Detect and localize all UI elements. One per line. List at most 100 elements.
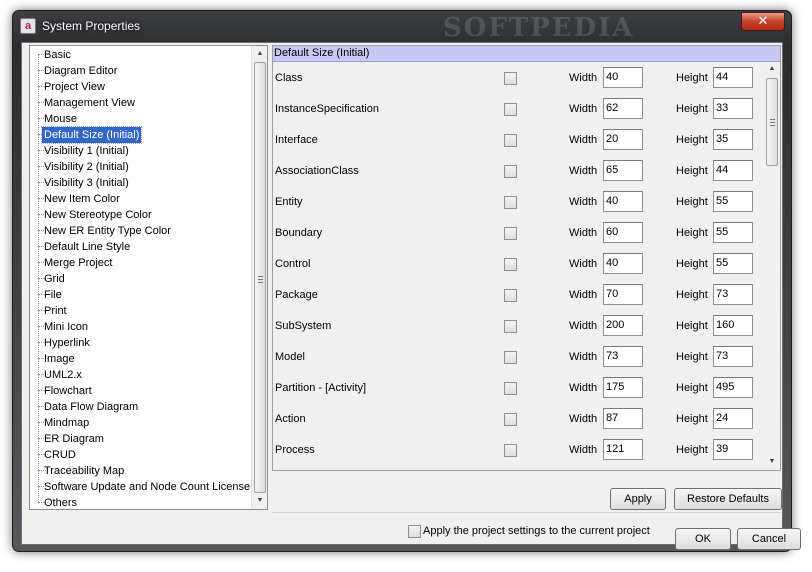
- element-enable-checkbox[interactable]: [504, 382, 517, 395]
- tree-item[interactable]: Hyperlink: [30, 335, 252, 351]
- height-input[interactable]: 24: [713, 408, 753, 429]
- tree-item-label: Mini Icon: [44, 321, 89, 333]
- category-scrollbar[interactable]: ▲ ▼: [251, 46, 267, 509]
- ok-button[interactable]: OK: [675, 528, 731, 550]
- grip-line: [258, 276, 263, 277]
- scroll-up-arrow-icon[interactable]: ▲: [252, 46, 268, 62]
- width-input[interactable]: 70: [603, 284, 643, 305]
- scroll-down-arrow-icon[interactable]: ▼: [764, 456, 780, 468]
- restore-defaults-button[interactable]: Restore Defaults: [674, 488, 782, 510]
- tree-item[interactable]: Project View: [30, 79, 252, 95]
- tree-item[interactable]: Diagram Editor: [30, 63, 252, 79]
- scroll-up-arrow-icon[interactable]: ▲: [764, 63, 780, 75]
- tree-item-label: Mindmap: [44, 417, 90, 429]
- scrollbar-thumb[interactable]: [766, 78, 778, 166]
- tree-item[interactable]: Merge Project: [30, 255, 252, 271]
- height-input[interactable]: 33: [713, 98, 753, 119]
- width-input[interactable]: 73: [603, 346, 643, 367]
- height-input[interactable]: 44: [713, 67, 753, 88]
- height-input[interactable]: 160: [713, 315, 753, 336]
- width-input[interactable]: 20: [603, 129, 643, 150]
- tree-item[interactable]: Default Size (Initial): [30, 126, 252, 144]
- element-enable-checkbox[interactable]: [504, 289, 517, 302]
- scrollbar-thumb[interactable]: [254, 62, 266, 493]
- tree-item[interactable]: CRUD: [30, 447, 252, 463]
- tree-item[interactable]: Image: [30, 351, 252, 367]
- height-label: Height: [676, 289, 708, 301]
- width-input[interactable]: 60: [603, 222, 643, 243]
- tree-item[interactable]: Mindmap: [30, 415, 252, 431]
- size-row: Package Width 70 Height 73: [273, 280, 763, 311]
- height-input[interactable]: 73: [713, 284, 753, 305]
- tree-item[interactable]: Visibility 2 (Initial): [30, 159, 252, 175]
- element-type-label: SubSystem: [275, 320, 332, 332]
- tree-item[interactable]: Traceability Map: [30, 463, 252, 479]
- element-enable-checkbox[interactable]: [504, 103, 517, 116]
- grip-line: [770, 119, 775, 120]
- close-button[interactable]: ✕: [741, 12, 785, 31]
- width-input[interactable]: 62: [603, 98, 643, 119]
- cancel-button[interactable]: Cancel: [737, 528, 801, 550]
- height-input[interactable]: 44: [713, 160, 753, 181]
- element-type-label: Process: [275, 444, 315, 456]
- element-type-label: InstanceSpecification: [275, 103, 379, 115]
- width-input[interactable]: 65: [603, 160, 643, 181]
- settings-scrollbar[interactable]: ▲ ▼: [764, 63, 780, 470]
- element-enable-checkbox[interactable]: [504, 227, 517, 240]
- tree-item[interactable]: Visibility 3 (Initial): [30, 175, 252, 191]
- tree-item[interactable]: Visibility 1 (Initial): [30, 143, 252, 159]
- element-enable-checkbox[interactable]: [504, 444, 517, 457]
- element-enable-checkbox[interactable]: [504, 165, 517, 178]
- width-input[interactable]: 87: [603, 408, 643, 429]
- tree-item[interactable]: Default Line Style: [30, 239, 252, 255]
- height-input[interactable]: 55: [713, 253, 753, 274]
- tree-item[interactable]: Basic: [30, 47, 252, 63]
- element-enable-checkbox[interactable]: [504, 134, 517, 147]
- tree-item[interactable]: New ER Entity Type Color: [30, 223, 252, 239]
- tree-item[interactable]: Mini Icon: [30, 319, 252, 335]
- tree-item[interactable]: New Stereotype Color: [30, 207, 252, 223]
- tree-item[interactable]: File: [30, 287, 252, 303]
- height-input[interactable]: 55: [713, 191, 753, 212]
- width-input[interactable]: 40: [603, 67, 643, 88]
- tree-item[interactable]: UML2.x: [30, 367, 252, 383]
- height-input[interactable]: 495: [713, 377, 753, 398]
- scroll-down-arrow-icon[interactable]: ▼: [252, 493, 268, 509]
- tree-item[interactable]: Flowchart: [30, 383, 252, 399]
- height-input[interactable]: 35: [713, 129, 753, 150]
- size-row: InstanceSpecification Width 62 Height 33: [273, 94, 763, 125]
- tree-item[interactable]: Grid: [30, 271, 252, 287]
- apply-button[interactable]: Apply: [610, 488, 666, 510]
- width-input[interactable]: 200: [603, 315, 643, 336]
- element-enable-checkbox[interactable]: [504, 258, 517, 271]
- width-label: Width: [569, 351, 598, 363]
- width-label: Width: [569, 289, 598, 301]
- element-enable-checkbox[interactable]: [504, 72, 517, 85]
- tree-item[interactable]: Data Flow Diagram: [30, 399, 252, 415]
- element-type-label: Partition - [Activity]: [275, 382, 367, 394]
- height-input[interactable]: 73: [713, 346, 753, 367]
- width-input[interactable]: 175: [603, 377, 643, 398]
- height-input[interactable]: 55: [713, 222, 753, 243]
- tree-item[interactable]: Management View: [30, 95, 252, 111]
- tree-item-label: Image: [44, 353, 75, 365]
- tree-item[interactable]: New Item Color: [30, 191, 252, 207]
- apply-project-settings-checkbox[interactable]: [408, 525, 421, 538]
- width-input[interactable]: 40: [603, 253, 643, 274]
- tree-item[interactable]: Print: [30, 303, 252, 319]
- element-enable-checkbox[interactable]: [504, 413, 517, 426]
- element-enable-checkbox[interactable]: [504, 196, 517, 209]
- width-input[interactable]: 40: [603, 191, 643, 212]
- height-input[interactable]: 39: [713, 439, 753, 460]
- element-type-label: Package: [275, 289, 318, 301]
- tree-item-label: Default Line Style: [44, 241, 131, 253]
- element-enable-checkbox[interactable]: [504, 351, 517, 364]
- tree-item-label: CRUD: [44, 449, 76, 461]
- tree-item[interactable]: Mouse: [30, 111, 252, 127]
- tree-item[interactable]: Software Update and Node Count License: [30, 479, 252, 495]
- tree-item[interactable]: Others: [30, 495, 252, 511]
- title-bar[interactable]: a System Properties SOFTPEDIA ✕: [13, 11, 791, 43]
- tree-item[interactable]: ER Diagram: [30, 431, 252, 447]
- element-enable-checkbox[interactable]: [504, 320, 517, 333]
- width-input[interactable]: 121: [603, 439, 643, 460]
